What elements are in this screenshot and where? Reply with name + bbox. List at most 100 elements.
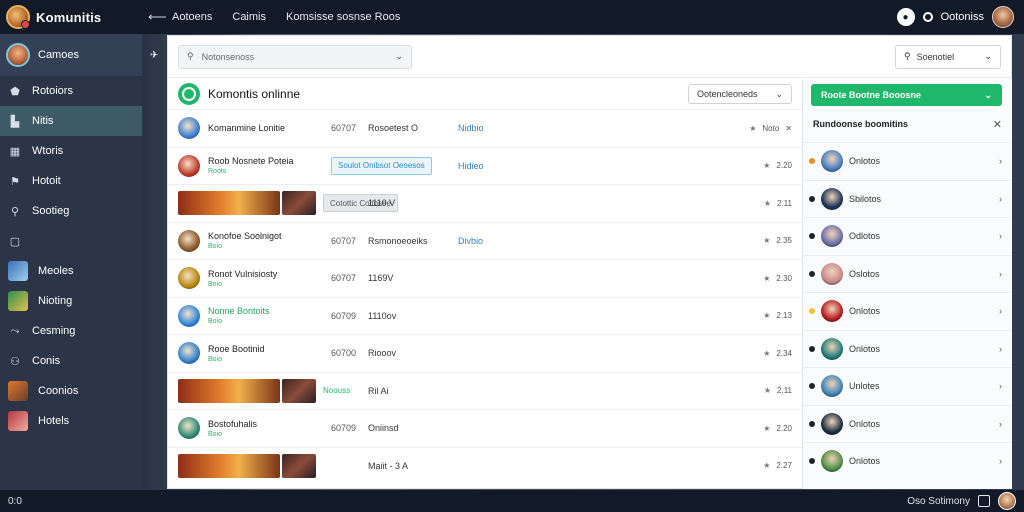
row-link[interactable]: Nidbio	[458, 123, 484, 133]
star-icon[interactable]: ★	[763, 274, 770, 283]
row-link[interactable]: Hidieo	[458, 161, 484, 171]
sidebar-item[interactable]: ▦ Wtoris	[0, 136, 142, 166]
row-title: Bostofuhalis Boio	[208, 418, 258, 438]
bottom-right-label[interactable]: Oso Sotimony	[907, 496, 970, 507]
contact-avatar	[821, 337, 843, 360]
row-number: 60707	[331, 273, 357, 284]
search-input[interactable]: ⚲ Notonsenoss ⌄	[178, 44, 412, 69]
row-number: 60707	[331, 235, 357, 246]
star-icon[interactable]: ★	[764, 199, 771, 208]
chevron-right-icon: ›	[999, 418, 1002, 429]
list-row[interactable]: Cotottic Coltosee 1110 V ★ 2.11	[168, 184, 802, 222]
user-label[interactable]: Ootoniss	[941, 11, 984, 23]
close-icon[interactable]: ✕	[785, 124, 792, 133]
list-row[interactable]: Konofoe Soolnigot Boio 60707 Rsmonoeoeiks Di…	[168, 221, 802, 260]
grid-icon: ▦	[9, 145, 21, 158]
row-meta: ★ 2.20	[763, 423, 792, 433]
brand[interactable]: Komunitis	[0, 5, 142, 29]
contact-item[interactable]: Onlotos ›	[803, 142, 1012, 180]
search-user-icon: ⚲	[10, 205, 20, 218]
row-title: Komanmine Lonitie	[208, 123, 286, 134]
topnav-item[interactable]: Aotoens	[172, 11, 212, 23]
sidebar-item[interactable]: Nioting	[0, 286, 142, 316]
window-icon[interactable]	[978, 495, 990, 507]
list-row[interactable]: Komanmine Lonitie 60707 Rosoetest O Nidbio ★…	[168, 109, 802, 147]
chevron-right-icon: ›	[999, 193, 1002, 204]
sidebar-item[interactable]: Hotels	[0, 406, 142, 436]
pin-icon[interactable]: ✈	[150, 50, 158, 61]
contact-avatar	[821, 262, 843, 285]
contact-item[interactable]: Onlotos ›	[803, 292, 1012, 330]
row-tag: 1110ov	[368, 310, 397, 321]
user-avatar[interactable]	[992, 6, 1014, 28]
sidebar-item[interactable]: ⚲ Sootieg	[0, 196, 142, 226]
contact-item[interactable]: Sbilotos ›	[803, 179, 1012, 218]
contact-item[interactable]: Onlotos ›	[803, 329, 1012, 368]
contact-avatar	[821, 450, 843, 473]
contact-item[interactable]: Onlotos ›	[803, 404, 1012, 443]
sidebar-item[interactable]: ▢	[0, 226, 142, 256]
filter-label: Ootencleoneds	[697, 89, 758, 99]
flag-icon: ⚑	[10, 175, 20, 188]
status-ring-icon[interactable]	[922, 12, 933, 22]
star-icon[interactable]: ★	[763, 311, 770, 320]
list-row[interactable]: Rooe Bootinid Boio 60700 Riooov ★ 2.34	[168, 334, 802, 372]
list-row[interactable]: Nonne Bontoits Boio 60709 1110ov ★ 2.13	[168, 296, 802, 335]
sidebar-item[interactable]: ⚑ Hotoit	[0, 166, 142, 196]
main-panel: ⚲ Notonsenoss ⌄ ⚲ Soenotiel ⌄ Komontis o…	[167, 35, 1012, 489]
sidebar-item[interactable]: Meoles	[0, 256, 142, 286]
star-icon[interactable]: ★	[763, 461, 770, 470]
contact-item[interactable]: Oslotos ›	[803, 254, 1012, 293]
notification-dot	[21, 20, 30, 29]
star-icon[interactable]: ★	[763, 161, 770, 170]
sidebar-header[interactable]: Camoes	[0, 34, 142, 76]
sidebar-item[interactable]: ▙ Nitis	[0, 106, 142, 136]
chevron-right-icon: ›	[999, 343, 1002, 354]
list-row[interactable]: Roob Nosnete Poteia Roots Soulot Onibsot O…	[168, 146, 802, 185]
row-icon	[178, 267, 200, 290]
topnav-item[interactable]: Komsisse sosnse Roos	[286, 11, 400, 23]
row-banner	[178, 453, 316, 478]
status-dot	[809, 383, 815, 390]
row-chip[interactable]: Soulot Onibsot Oeoesos	[331, 156, 432, 175]
sort-select[interactable]: ⚲ Soenotiel ⌄	[895, 44, 1001, 69]
bottom-avatar[interactable]	[998, 492, 1016, 510]
sidebar-item[interactable]: ⬟ Rotoiors	[0, 76, 142, 106]
star-icon[interactable]: ★	[749, 124, 756, 133]
star-icon[interactable]: ★	[764, 386, 771, 395]
online-logo-icon	[178, 83, 200, 105]
back-arrow-icon[interactable]: ⟵	[148, 9, 172, 25]
sidebar-item[interactable]: ⚇ Conis	[0, 346, 142, 376]
chevron-right-icon: ›	[999, 306, 1002, 317]
status-dot	[809, 458, 815, 465]
status-dot	[809, 270, 815, 277]
star-icon[interactable]: ★	[763, 349, 770, 358]
row-meta: ★ 2.35	[763, 236, 792, 246]
sidebar-item[interactable]: ⤳ Cesming	[0, 316, 142, 346]
sidebar-item-label: Sootieg	[32, 205, 70, 217]
row-meta: ★ 2.34	[763, 348, 792, 358]
contact-item[interactable]: Onlotos ›	[803, 442, 1012, 480]
list-row[interactable]: Ronot Vulnisiosty Boio 60707 1169V ★ 2.30	[168, 259, 802, 297]
row-meta: ★ 2.11	[763, 386, 792, 396]
contact-item[interactable]: Odlotos ›	[803, 217, 1012, 255]
contact-avatar	[821, 150, 843, 173]
star-icon[interactable]: ★	[763, 236, 770, 245]
row-meta: ★ 2.30	[763, 273, 792, 283]
row-title: Nonne Bontoits Boio	[208, 306, 270, 326]
filter-select[interactable]: Ootencleoneds ⌄	[688, 84, 792, 104]
topnav-item[interactable]: Caimis	[232, 11, 266, 23]
primary-action-button[interactable]: Roote Bootne Booosne ⌄	[811, 84, 1002, 106]
people-icon: ⚇	[10, 355, 20, 368]
contact-item[interactable]: Unlotes ›	[803, 367, 1012, 405]
list-row[interactable]: Noouss Ril Ai ★ 2.11	[168, 371, 802, 410]
row-link[interactable]: Divbio	[458, 236, 483, 246]
list-row[interactable]: Maiit - 3 A ★ 2.27	[168, 446, 802, 485]
sidebar-item[interactable]: Coonios	[0, 376, 142, 406]
profile-icon[interactable]: ●	[896, 8, 915, 26]
row-meta: ★ 2.27	[763, 461, 792, 471]
list-row[interactable]: Bostofuhalis Boio 60709 Oniinsd ★ 2.20	[168, 409, 802, 447]
row-chip[interactable]: Noouss	[323, 386, 350, 395]
star-icon[interactable]: ★	[763, 424, 770, 433]
close-icon[interactable]: ✕	[993, 118, 1002, 131]
